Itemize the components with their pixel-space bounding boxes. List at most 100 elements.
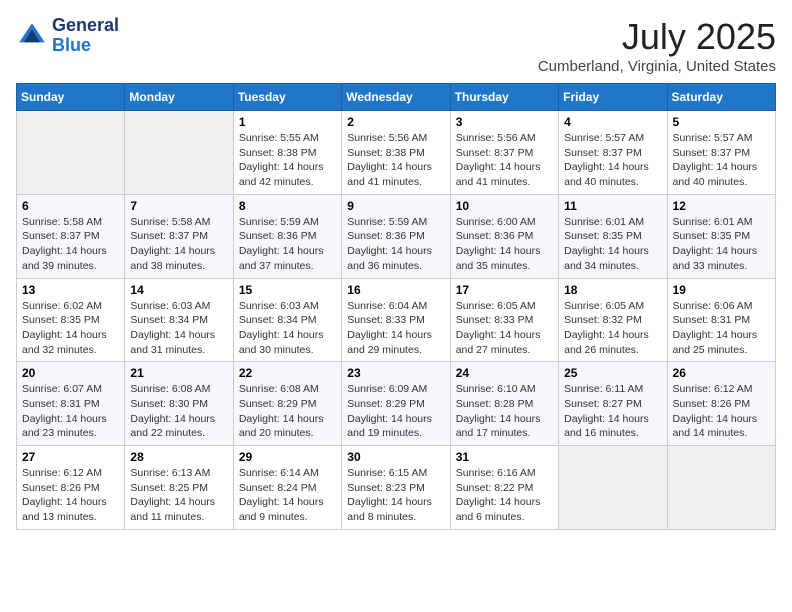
calendar-cell: 18 Sunrise: 6:05 AM Sunset: 8:32 PM Dayli… [559, 278, 667, 362]
day-detail: Sunrise: 6:02 AM Sunset: 8:35 PM Dayligh… [22, 299, 119, 358]
day-number: 22 [239, 366, 336, 380]
calendar-cell: 5Sunrise: 5:57 AM Sunset: 8:37 PM Daylig… [667, 111, 775, 195]
weekday-header: Wednesday [342, 84, 450, 111]
day-number: 10 [456, 199, 553, 213]
calendar-cell: 2 Sunrise: 5:56 AM Sunset: 8:38 PM Daylig… [342, 111, 450, 195]
day-number: 20 [22, 366, 119, 380]
day-number: 2 [347, 115, 444, 129]
calendar-cell: 8 Sunrise: 5:59 AM Sunset: 8:36 PM Daylig… [233, 194, 341, 278]
calendar-week-row: 13 Sunrise: 6:02 AM Sunset: 8:35 PM Dayli… [17, 278, 776, 362]
page-header: General Blue July 2025 Cumberland, Virgi… [16, 16, 776, 75]
logo-text: General Blue [52, 16, 119, 56]
day-number: 28 [130, 450, 227, 464]
day-detail: Sunrise: 6:09 AM Sunset: 8:29 PM Dayligh… [347, 382, 444, 441]
calendar-cell: 28 Sunrise: 6:13 AM Sunset: 8:25 PM Dayli… [125, 446, 233, 530]
day-number: 1 [239, 115, 336, 129]
day-detail: Sunrise: 6:11 AM Sunset: 8:27 PM Dayligh… [564, 382, 661, 441]
day-detail: Sunrise: 5:56 AM Sunset: 8:37 PM Dayligh… [456, 131, 553, 190]
day-number: 31 [456, 450, 553, 464]
calendar-cell: 14Sunrise: 6:03 AM Sunset: 8:34 PM Dayli… [125, 278, 233, 362]
day-detail: Sunrise: 6:15 AM Sunset: 8:23 PM Dayligh… [347, 466, 444, 525]
day-detail: Sunrise: 6:04 AM Sunset: 8:33 PM Dayligh… [347, 299, 444, 358]
day-number: 25 [564, 366, 661, 380]
day-detail: Sunrise: 6:13 AM Sunset: 8:25 PM Dayligh… [130, 466, 227, 525]
day-detail: Sunrise: 6:10 AM Sunset: 8:28 PM Dayligh… [456, 382, 553, 441]
calendar-cell: 7 Sunrise: 5:58 AM Sunset: 8:37 PM Daylig… [125, 194, 233, 278]
day-number: 9 [347, 199, 444, 213]
calendar-cell: 11Sunrise: 6:01 AM Sunset: 8:35 PM Dayli… [559, 194, 667, 278]
logo-icon [16, 20, 48, 52]
calendar-cell: 25 Sunrise: 6:11 AM Sunset: 8:27 PM Dayli… [559, 362, 667, 446]
calendar-week-row: 27 Sunrise: 6:12 AM Sunset: 8:26 PM Dayli… [17, 446, 776, 530]
calendar-cell: 10 Sunrise: 6:00 AM Sunset: 8:36 PM Dayli… [450, 194, 558, 278]
day-number: 11 [564, 199, 661, 213]
day-number: 30 [347, 450, 444, 464]
day-number: 17 [456, 283, 553, 297]
calendar-cell: 23 Sunrise: 6:09 AM Sunset: 8:29 PM Dayli… [342, 362, 450, 446]
day-number: 13 [22, 283, 119, 297]
calendar-cell: 1Sunrise: 5:55 AM Sunset: 8:38 PM Daylig… [233, 111, 341, 195]
calendar-cell: 15Sunrise: 6:03 AM Sunset: 8:34 PM Dayli… [233, 278, 341, 362]
day-number: 7 [130, 199, 227, 213]
day-detail: Sunrise: 6:06 AM Sunset: 8:31 PM Dayligh… [673, 299, 770, 358]
day-number: 16 [347, 283, 444, 297]
day-number: 4 [564, 115, 661, 129]
calendar-cell: 12 Sunrise: 6:01 AM Sunset: 8:35 PM Dayli… [667, 194, 775, 278]
day-detail: Sunrise: 6:03 AM Sunset: 8:34 PM Dayligh… [239, 299, 336, 358]
month-title: July 2025 [538, 16, 776, 58]
calendar-cell: 17Sunrise: 6:05 AM Sunset: 8:33 PM Dayli… [450, 278, 558, 362]
day-detail: Sunrise: 6:14 AM Sunset: 8:24 PM Dayligh… [239, 466, 336, 525]
day-detail: Sunrise: 6:00 AM Sunset: 8:36 PM Dayligh… [456, 215, 553, 274]
day-detail: Sunrise: 6:16 AM Sunset: 8:22 PM Dayligh… [456, 466, 553, 525]
day-detail: Sunrise: 5:59 AM Sunset: 8:36 PM Dayligh… [347, 215, 444, 274]
day-number: 24 [456, 366, 553, 380]
day-number: 12 [673, 199, 770, 213]
day-number: 27 [22, 450, 119, 464]
calendar-cell: 6 Sunrise: 5:58 AM Sunset: 8:37 PM Daylig… [17, 194, 125, 278]
day-detail: Sunrise: 6:08 AM Sunset: 8:30 PM Dayligh… [130, 382, 227, 441]
calendar-cell: 24 Sunrise: 6:10 AM Sunset: 8:28 PM Dayli… [450, 362, 558, 446]
location-title: Cumberland, Virginia, United States [538, 58, 776, 75]
calendar-cell: 19 Sunrise: 6:06 AM Sunset: 8:31 PM Dayli… [667, 278, 775, 362]
day-detail: Sunrise: 5:56 AM Sunset: 8:38 PM Dayligh… [347, 131, 444, 190]
day-detail: Sunrise: 5:58 AM Sunset: 8:37 PM Dayligh… [130, 215, 227, 274]
calendar-cell: 27 Sunrise: 6:12 AM Sunset: 8:26 PM Dayli… [17, 446, 125, 530]
day-detail: Sunrise: 6:05 AM Sunset: 8:32 PM Dayligh… [564, 299, 661, 358]
title-block: July 2025 Cumberland, Virginia, United S… [538, 16, 776, 75]
calendar-cell [559, 446, 667, 530]
calendar-cell: 20 Sunrise: 6:07 AM Sunset: 8:31 PM Dayli… [17, 362, 125, 446]
calendar-cell: 22 Sunrise: 6:08 AM Sunset: 8:29 PM Dayli… [233, 362, 341, 446]
day-detail: Sunrise: 6:12 AM Sunset: 8:26 PM Dayligh… [673, 382, 770, 441]
calendar-cell: 29Sunrise: 6:14 AM Sunset: 8:24 PM Dayli… [233, 446, 341, 530]
day-number: 19 [673, 283, 770, 297]
day-number: 6 [22, 199, 119, 213]
day-detail: Sunrise: 5:57 AM Sunset: 8:37 PM Dayligh… [564, 131, 661, 190]
weekday-header: Monday [125, 84, 233, 111]
calendar-cell: 21 Sunrise: 6:08 AM Sunset: 8:30 PM Dayli… [125, 362, 233, 446]
calendar-table: SundayMondayTuesdayWednesdayThursdayFrid… [16, 83, 776, 530]
weekday-header: Saturday [667, 84, 775, 111]
calendar-week-row: 6 Sunrise: 5:58 AM Sunset: 8:37 PM Daylig… [17, 194, 776, 278]
day-detail: Sunrise: 6:08 AM Sunset: 8:29 PM Dayligh… [239, 382, 336, 441]
weekday-header: Thursday [450, 84, 558, 111]
calendar-cell: 9 Sunrise: 5:59 AM Sunset: 8:36 PM Daylig… [342, 194, 450, 278]
calendar-cell [125, 111, 233, 195]
day-number: 3 [456, 115, 553, 129]
calendar-cell: 30 Sunrise: 6:15 AM Sunset: 8:23 PM Dayli… [342, 446, 450, 530]
weekday-header: Friday [559, 84, 667, 111]
day-detail: Sunrise: 5:59 AM Sunset: 8:36 PM Dayligh… [239, 215, 336, 274]
day-detail: Sunrise: 6:01 AM Sunset: 8:35 PM Dayligh… [673, 215, 770, 274]
day-detail: Sunrise: 6:12 AM Sunset: 8:26 PM Dayligh… [22, 466, 119, 525]
day-detail: Sunrise: 6:07 AM Sunset: 8:31 PM Dayligh… [22, 382, 119, 441]
day-number: 26 [673, 366, 770, 380]
day-detail: Sunrise: 5:58 AM Sunset: 8:37 PM Dayligh… [22, 215, 119, 274]
weekday-header: Sunday [17, 84, 125, 111]
day-number: 21 [130, 366, 227, 380]
day-number: 8 [239, 199, 336, 213]
calendar-cell: 13 Sunrise: 6:02 AM Sunset: 8:35 PM Dayli… [17, 278, 125, 362]
calendar-week-row: 1Sunrise: 5:55 AM Sunset: 8:38 PM Daylig… [17, 111, 776, 195]
day-number: 23 [347, 366, 444, 380]
day-number: 18 [564, 283, 661, 297]
calendar-header-row: SundayMondayTuesdayWednesdayThursdayFrid… [17, 84, 776, 111]
calendar-cell: 31 Sunrise: 6:16 AM Sunset: 8:22 PM Dayli… [450, 446, 558, 530]
